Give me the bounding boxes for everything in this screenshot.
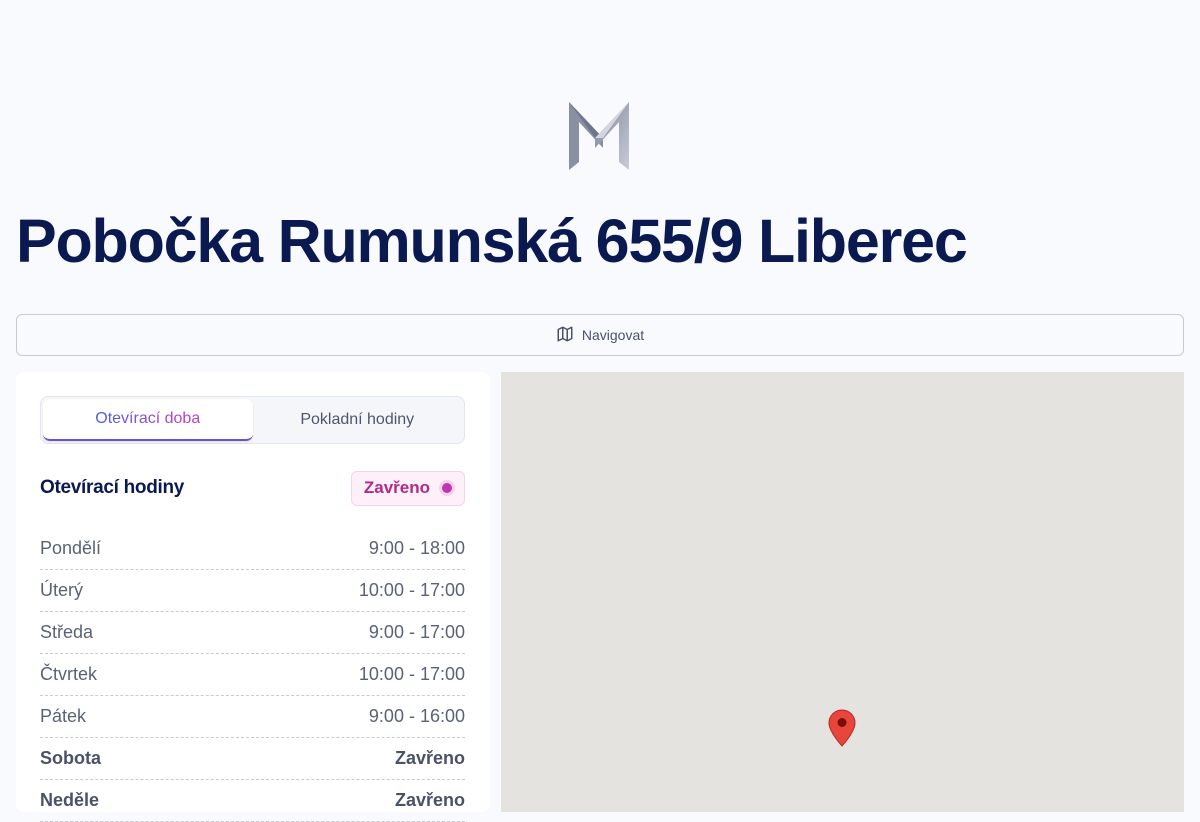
day-label: Středa [40,622,94,642]
map-icon [556,325,574,346]
day-label: Pátek [40,706,87,726]
time-value: Zavřeno [394,790,465,810]
hours-row-friday: Pátek 9:00 - 16:00 [40,696,465,738]
hours-row-monday: Pondělí 9:00 - 18:00 [40,528,465,570]
day-label: Čtvrtek [40,664,98,684]
time-value: 10:00 - 17:00 [358,580,465,600]
day-label: Pondělí [40,538,102,558]
tab-list: Otevírací doba Pokladní hodiny [40,396,465,444]
status-badge: Zavřeno [350,470,465,506]
hours-list: Pondělí 9:00 - 18:00 Úterý 10:00 - 17:00… [40,528,465,822]
time-value: 9:00 - 18:00 [368,538,465,558]
hours-row-tuesday: Úterý 10:00 - 17:00 [40,570,465,612]
day-label: Úterý [40,580,84,600]
tab-label: Pokladní hodiny [300,411,415,428]
tab-cashier-hours[interactable]: Pokladní hodiny [253,399,463,441]
map-pin-icon[interactable] [828,709,856,747]
tab-label: Otevírací doba [95,410,201,427]
day-label: Neděle [40,790,100,810]
hours-row-saturday: Sobota Zavřeno [40,738,465,780]
day-label: Sobota [40,748,101,768]
hours-row-thursday: Čtvrtek 10:00 - 17:00 [40,654,465,696]
navigate-button[interactable]: Navigovat [16,314,1184,356]
time-value: 10:00 - 17:00 [358,664,465,684]
hours-row-sunday: Neděle Zavřeno [40,780,465,822]
status-text: Zavřeno [363,478,430,497]
navigate-label: Navigovat [581,327,645,343]
hours-title: Otevírací hodiny [40,477,185,498]
time-value: 9:00 - 16:00 [368,706,465,726]
hours-card: Otevírací doba Pokladní hodiny Otevírací… [16,372,490,822]
page-title: Pobočka Rumunská 655/9 Liberec [16,207,968,275]
brand-logo-icon [565,100,633,172]
hours-header: Otevírací hodiny Zavřeno [40,470,465,506]
map-view[interactable] [501,372,1184,812]
hours-row-wednesday: Středa 9:00 - 17:00 [40,612,465,654]
tab-opening-hours[interactable]: Otevírací doba [43,399,253,441]
status-dot-icon [442,483,452,493]
time-value: Zavřeno [394,748,465,768]
time-value: 9:00 - 17:00 [368,622,465,642]
